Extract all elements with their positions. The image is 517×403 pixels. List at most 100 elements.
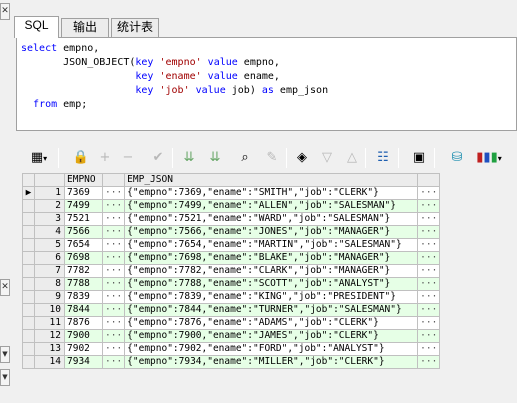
- post-changes-icon[interactable]: ✔: [149, 149, 167, 167]
- cell-ellipsis-button[interactable]: ···: [101, 251, 126, 265]
- grid-icon[interactable]: ▦▾: [26, 149, 52, 167]
- cell-ellipsis-button[interactable]: ···: [417, 212, 441, 226]
- cell-ellipsis-button[interactable]: ···: [101, 199, 126, 213]
- cell-emp-json[interactable]: {"empno":7782,"ename":"CLARK","job":"MAN…: [124, 264, 419, 278]
- cell-empno[interactable]: 7654: [64, 238, 103, 252]
- cell-ellipsis-button[interactable]: ···: [417, 355, 441, 369]
- next-record-icon[interactable]: ⇊: [180, 149, 198, 167]
- cell-empno[interactable]: 7698: [64, 251, 103, 265]
- table-row[interactable]: 8 7788 ··· {"empno":7788,"ename":"SCOTT","j…: [22, 277, 441, 291]
- table-row[interactable]: 2 7499 ··· {"empno":7499,"ename":"ALLEN","j…: [22, 199, 441, 213]
- cell-ellipsis-button[interactable]: ···: [101, 212, 126, 226]
- column-header-emp-json[interactable]: EMP_JSON: [124, 173, 419, 187]
- row-indicator: [22, 212, 35, 226]
- cell-empno[interactable]: 7900: [64, 329, 103, 343]
- cell-ellipsis-button[interactable]: ···: [417, 238, 441, 252]
- table-row[interactable]: 5 7654 ··· {"empno":7654,"ename":"MARTIN","…: [22, 238, 441, 252]
- cell-ellipsis-button[interactable]: ···: [417, 225, 441, 239]
- cell-empno[interactable]: 7788: [64, 277, 103, 291]
- cell-ellipsis-button[interactable]: ···: [101, 329, 126, 343]
- cell-emp-json[interactable]: {"empno":7499,"ename":"ALLEN","job":"SAL…: [124, 199, 419, 213]
- cell-ellipsis-button[interactable]: ···: [417, 303, 441, 317]
- last-record-icon[interactable]: ⇊: [206, 149, 224, 167]
- cell-emp-json[interactable]: {"empno":7654,"ename":"MARTIN","job":"SA…: [124, 238, 419, 252]
- lock-icon[interactable]: 🔒: [72, 149, 90, 167]
- dropdown-arrow-icon[interactable]: ▼: [0, 346, 10, 363]
- export-icon[interactable]: ⛁: [448, 149, 466, 167]
- add-record-icon[interactable]: +: [96, 149, 114, 167]
- table-row[interactable]: ▶ 1 7369 ··· {"empno":7369,"ename":"SMITH","…: [22, 186, 441, 200]
- cell-empno[interactable]: 7369: [64, 186, 103, 200]
- cell-emp-json[interactable]: {"empno":7369,"ename":"SMITH","job":"CLE…: [124, 186, 419, 200]
- cell-emp-json[interactable]: {"empno":7788,"ename":"SCOTT","job":"ANA…: [124, 277, 419, 291]
- cell-empno[interactable]: 7844: [64, 303, 103, 317]
- cell-ellipsis-button[interactable]: ···: [101, 303, 126, 317]
- cell-ellipsis-button[interactable]: ···: [101, 186, 126, 200]
- column-header-spacer: [101, 173, 126, 187]
- table-row[interactable]: 13 7902 ··· {"empno":7902,"ename":"FORD","j…: [22, 342, 441, 356]
- cell-emp-json[interactable]: {"empno":7521,"ename":"WARD","job":"SALE…: [124, 212, 419, 226]
- cell-emp-json[interactable]: {"empno":7839,"ename":"KING","job":"PRES…: [124, 290, 419, 304]
- cell-ellipsis-button[interactable]: ···: [101, 264, 126, 278]
- cell-empno[interactable]: 7876: [64, 316, 103, 330]
- table-row[interactable]: 3 7521 ··· {"empno":7521,"ename":"WARD","jo…: [22, 212, 441, 226]
- cell-ellipsis-button[interactable]: ···: [101, 225, 126, 239]
- tab-statistics[interactable]: 统计表: [111, 18, 159, 37]
- tab-sql[interactable]: SQL: [14, 16, 59, 38]
- filter-up-icon[interactable]: △: [343, 149, 361, 167]
- cell-ellipsis-button[interactable]: ···: [417, 199, 441, 213]
- cell-ellipsis-button[interactable]: ···: [417, 316, 441, 330]
- table-row[interactable]: 11 7876 ··· {"empno":7876,"ename":"ADAMS","…: [22, 316, 441, 330]
- cell-empno[interactable]: 7902: [64, 342, 103, 356]
- table-row[interactable]: 10 7844 ··· {"empno":7844,"ename":"TURNER",…: [22, 303, 441, 317]
- tab-output[interactable]: 输出: [61, 18, 109, 37]
- cell-emp-json[interactable]: {"empno":7900,"ename":"JAMES","job":"CLE…: [124, 329, 419, 343]
- cell-emp-json[interactable]: {"empno":7876,"ename":"ADAMS","job":"CLE…: [124, 316, 419, 330]
- explain-plan-icon[interactable]: ☷: [374, 149, 392, 167]
- cell-emp-json[interactable]: {"empno":7566,"ename":"JONES","job":"MAN…: [124, 225, 419, 239]
- cell-ellipsis-button[interactable]: ···: [417, 186, 441, 200]
- dropdown-arrow-icon[interactable]: ▼: [0, 369, 10, 386]
- table-row[interactable]: 14 7934 ··· {"empno":7934,"ename":"MILLER",…: [22, 355, 441, 369]
- cell-ellipsis-button[interactable]: ···: [417, 277, 441, 291]
- close-icon[interactable]: ✕: [0, 279, 10, 296]
- cell-emp-json[interactable]: {"empno":7698,"ename":"BLAKE","job":"MAN…: [124, 251, 419, 265]
- table-row[interactable]: 7 7782 ··· {"empno":7782,"ename":"CLARK","j…: [22, 264, 441, 278]
- cell-empno[interactable]: 7499: [64, 199, 103, 213]
- cell-empno[interactable]: 7839: [64, 290, 103, 304]
- cell-empno[interactable]: 7782: [64, 264, 103, 278]
- column-header-empno[interactable]: EMPNO: [64, 173, 103, 187]
- row-number: 7: [34, 264, 65, 278]
- cell-empno[interactable]: 7521: [64, 212, 103, 226]
- cell-emp-json[interactable]: {"empno":7902,"ename":"FORD","job":"ANAL…: [124, 342, 419, 356]
- cell-ellipsis-button[interactable]: ···: [417, 342, 441, 356]
- cell-ellipsis-button[interactable]: ···: [101, 355, 126, 369]
- table-row[interactable]: 6 7698 ··· {"empno":7698,"ename":"BLAKE","j…: [22, 251, 441, 265]
- query-by-example-icon[interactable]: ◈: [293, 149, 311, 167]
- cell-ellipsis-button[interactable]: ···: [101, 342, 126, 356]
- row-indicator: [22, 199, 35, 213]
- cell-empno[interactable]: 7934: [64, 355, 103, 369]
- chart-icon[interactable]: ▮▮▮▾: [474, 149, 504, 167]
- table-row[interactable]: 4 7566 ··· {"empno":7566,"ename":"JONES","j…: [22, 225, 441, 239]
- cell-ellipsis-button[interactable]: ···: [101, 316, 126, 330]
- find-icon[interactable]: ⌕: [236, 149, 254, 167]
- cell-ellipsis-button[interactable]: ···: [101, 290, 126, 304]
- close-icon[interactable]: ✕: [0, 3, 10, 20]
- save-icon[interactable]: ▣: [410, 149, 428, 167]
- cell-ellipsis-button[interactable]: ···: [101, 238, 126, 252]
- cell-ellipsis-button[interactable]: ···: [417, 251, 441, 265]
- filter-down-icon[interactable]: ▽: [318, 149, 336, 167]
- delete-record-icon[interactable]: −: [119, 149, 137, 167]
- cell-ellipsis-button[interactable]: ···: [101, 277, 126, 291]
- cell-ellipsis-button[interactable]: ···: [417, 290, 441, 304]
- table-row[interactable]: 12 7900 ··· {"empno":7900,"ename":"JAMES","…: [22, 329, 441, 343]
- cell-emp-json[interactable]: {"empno":7844,"ename":"TURNER","job":"SA…: [124, 303, 419, 317]
- clear-icon[interactable]: ✎: [263, 149, 281, 167]
- cell-emp-json[interactable]: {"empno":7934,"ename":"MILLER","job":"CL…: [124, 355, 419, 369]
- cell-ellipsis-button[interactable]: ···: [417, 264, 441, 278]
- cell-empno[interactable]: 7566: [64, 225, 103, 239]
- sql-editor[interactable]: select empno, JSON_OBJECT(key 'empno' va…: [16, 37, 517, 131]
- table-row[interactable]: 9 7839 ··· {"empno":7839,"ename":"KING","jo…: [22, 290, 441, 304]
- cell-ellipsis-button[interactable]: ···: [417, 329, 441, 343]
